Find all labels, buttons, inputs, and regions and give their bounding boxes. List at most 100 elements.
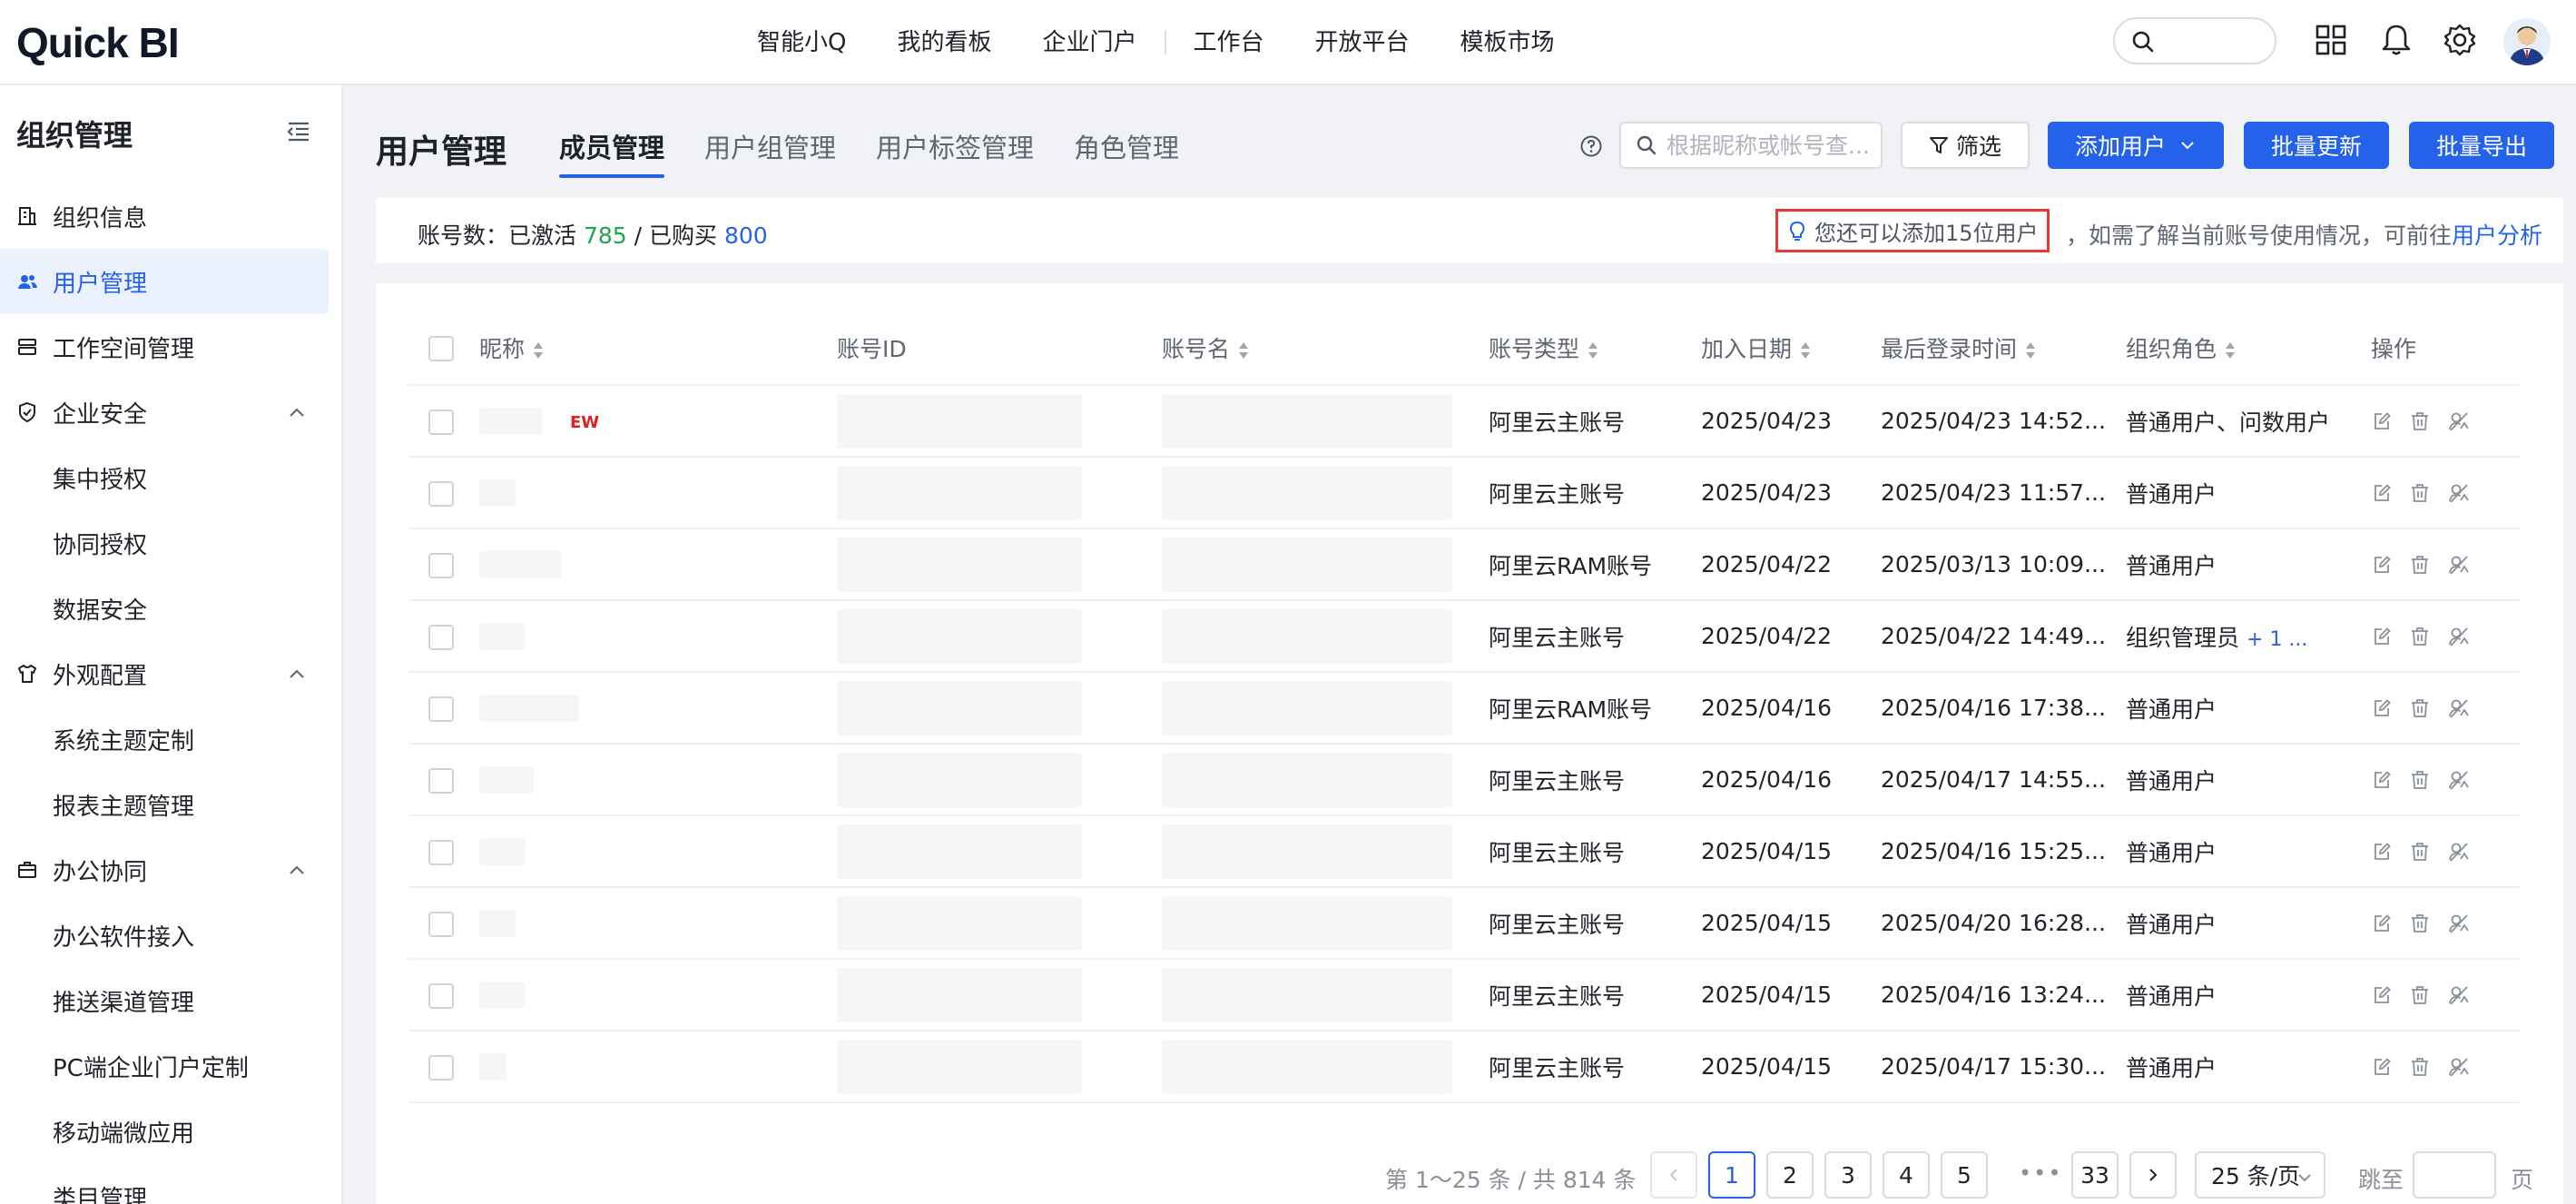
user-analysis-link[interactable]: 用户分析 xyxy=(2452,222,2542,249)
column-header-join-date[interactable]: 加入日期 xyxy=(1701,311,1881,386)
nav-item-my-dashboard[interactable]: 我的看板 xyxy=(871,0,1017,85)
more-roles-link[interactable]: + 1 ... xyxy=(2247,628,2307,651)
nav-item-open-platform[interactable]: 开放平台 xyxy=(1290,0,1435,85)
sidebar-item-push-channels[interactable]: 推送渠道管理 xyxy=(0,968,341,1033)
delete-icon[interactable] xyxy=(2409,984,2431,1006)
row-checkbox[interactable] xyxy=(428,982,454,1009)
sidebar-item-appearance-config[interactable]: 外观配置 xyxy=(0,641,341,706)
column-header-last-login[interactable]: 最后登录时间 xyxy=(1881,311,2126,386)
delete-icon[interactable] xyxy=(2409,626,2431,647)
delete-icon[interactable] xyxy=(2409,769,2431,791)
page-size-select[interactable]: 25 条/页 xyxy=(2195,1151,2325,1199)
nav-item-template-market[interactable]: 模板市场 xyxy=(1435,0,1580,85)
apps-grid-icon[interactable] xyxy=(2313,22,2349,58)
table-row[interactable]: 阿里云主账号 2025/04/16 2025/04/17 14:55... 普通用户 xyxy=(408,744,2520,816)
row-checkbox[interactable] xyxy=(428,1054,454,1081)
column-header-account-name[interactable]: 账号名 xyxy=(1162,311,1489,386)
edit-icon[interactable] xyxy=(2371,913,2393,934)
search-input[interactable] xyxy=(1667,132,1875,159)
global-search[interactable] xyxy=(2113,17,2276,64)
filter-button[interactable]: 筛选 xyxy=(1901,122,2030,169)
tab-member-management[interactable]: 成员管理 xyxy=(559,127,665,178)
table-row[interactable]: 阿里云RAM账号 2025/04/16 2025/04/16 17:38... 普通用… xyxy=(408,672,2520,745)
quick-bi-logo[interactable]: Quick BI xyxy=(16,18,180,67)
nav-item-smart-q[interactable]: 智能小Q xyxy=(732,0,871,85)
page-3-button[interactable]: 3 xyxy=(1824,1151,1872,1199)
user-permission-icon[interactable] xyxy=(2447,1056,2471,1078)
table-row[interactable]: 阿里云主账号 2025/04/15 2025/04/17 15:30... 普通用户 xyxy=(408,1031,2520,1103)
page-4-button[interactable]: 4 xyxy=(1883,1151,1930,1199)
edit-icon[interactable] xyxy=(2371,769,2393,791)
user-permission-icon[interactable] xyxy=(2447,841,2471,863)
user-avatar[interactable] xyxy=(2503,18,2551,65)
row-checkbox[interactable] xyxy=(428,767,454,794)
page-1-button[interactable]: 1 xyxy=(1708,1151,1755,1199)
table-row[interactable]: 阿里云主账号 2025/04/15 2025/04/20 16:28... 普通用户 xyxy=(408,887,2520,960)
sidebar-item-user-management[interactable]: 用户管理 xyxy=(0,249,329,314)
user-permission-icon[interactable] xyxy=(2447,410,2471,432)
row-checkbox[interactable] xyxy=(428,839,454,865)
sidebar-item-central-authorization[interactable]: 集中授权 xyxy=(0,445,341,510)
table-row[interactable]: EW 阿里云主账号 2025/04/23 2025/04/23 14:52... 普通用… xyxy=(408,385,2520,458)
nav-item-enterprise-portal[interactable]: 企业门户 xyxy=(1017,0,1162,85)
row-checkbox[interactable] xyxy=(428,409,454,435)
tab-user-tag-management[interactable]: 用户标签管理 xyxy=(876,127,1034,178)
row-checkbox[interactable] xyxy=(428,624,454,650)
sidebar-item-enterprise-security[interactable]: 企业安全 xyxy=(0,380,341,445)
sidebar-item-collaborative-authorization[interactable]: 协同授权 xyxy=(0,510,341,576)
gear-icon[interactable] xyxy=(2442,22,2478,58)
member-search[interactable] xyxy=(1619,122,1883,169)
column-header-nickname[interactable]: 昵称 xyxy=(479,311,837,386)
delete-icon[interactable] xyxy=(2409,913,2431,934)
chevron-up-icon[interactable] xyxy=(287,403,307,423)
next-page-button[interactable] xyxy=(2129,1151,2177,1199)
column-header-org-role[interactable]: 组织角色 xyxy=(2126,311,2371,386)
sort-icon[interactable] xyxy=(2224,340,2237,360)
select-all-checkbox[interactable] xyxy=(428,335,454,361)
edit-icon[interactable] xyxy=(2371,1056,2393,1078)
sidebar-item-mobile-micro-app[interactable]: 移动端微应用 xyxy=(0,1099,341,1164)
table-row[interactable]: 阿里云主账号 2025/04/22 2025/04/22 14:49... 组织管理员… xyxy=(408,600,2520,673)
chevron-up-icon[interactable] xyxy=(287,665,307,685)
help-icon[interactable] xyxy=(1579,134,1603,158)
user-permission-icon[interactable] xyxy=(2447,554,2471,576)
user-permission-icon[interactable] xyxy=(2447,482,2471,504)
delete-icon[interactable] xyxy=(2409,1056,2431,1078)
sidebar-item-org-info[interactable]: 组织信息 xyxy=(0,183,341,249)
pagination-ellipsis[interactable]: ••• xyxy=(2019,1160,2062,1186)
delete-icon[interactable] xyxy=(2409,841,2431,863)
row-checkbox[interactable] xyxy=(428,696,454,722)
sidebar-item-data-security[interactable]: 数据安全 xyxy=(0,576,341,641)
row-checkbox[interactable] xyxy=(428,911,454,937)
edit-icon[interactable] xyxy=(2371,482,2393,504)
add-user-button[interactable]: 添加用户 xyxy=(2048,122,2224,169)
sidebar-item-office-collaboration[interactable]: 办公协同 xyxy=(0,837,341,903)
edit-icon[interactable] xyxy=(2371,626,2393,647)
row-checkbox[interactable] xyxy=(428,480,454,507)
sort-icon[interactable] xyxy=(2024,340,2037,360)
delete-icon[interactable] xyxy=(2409,482,2431,504)
sidebar-item-pc-portal[interactable]: PC端企业门户定制 xyxy=(0,1033,341,1099)
sort-icon[interactable] xyxy=(1237,340,1250,360)
user-permission-icon[interactable] xyxy=(2447,984,2471,1006)
nav-item-workbench[interactable]: 工作台 xyxy=(1168,0,1290,85)
edit-icon[interactable] xyxy=(2371,697,2393,719)
sort-icon[interactable] xyxy=(532,340,545,360)
jump-page-input[interactable] xyxy=(2413,1151,2496,1199)
tab-role-management[interactable]: 角色管理 xyxy=(1074,127,1179,178)
user-permission-icon[interactable] xyxy=(2447,769,2471,791)
sidebar-item-category-management[interactable]: 类目管理 xyxy=(0,1164,341,1204)
sort-icon[interactable] xyxy=(1587,340,1599,360)
bell-icon[interactable] xyxy=(2378,22,2414,58)
delete-icon[interactable] xyxy=(2409,554,2431,576)
edit-icon[interactable] xyxy=(2371,554,2393,576)
batch-update-button[interactable]: 批量更新 xyxy=(2244,122,2389,169)
prev-page-button[interactable] xyxy=(1650,1151,1697,1199)
chevron-up-icon[interactable] xyxy=(287,861,307,881)
user-permission-icon[interactable] xyxy=(2447,626,2471,647)
sidebar-item-office-software[interactable]: 办公软件接入 xyxy=(0,903,341,968)
sidebar-item-system-theme[interactable]: 系统主题定制 xyxy=(0,706,341,772)
row-checkbox[interactable] xyxy=(428,552,454,578)
table-row[interactable]: 阿里云主账号 2025/04/23 2025/04/23 11:57... 普通用户 xyxy=(408,457,2520,529)
column-header-account-type[interactable]: 账号类型 xyxy=(1489,311,1701,386)
